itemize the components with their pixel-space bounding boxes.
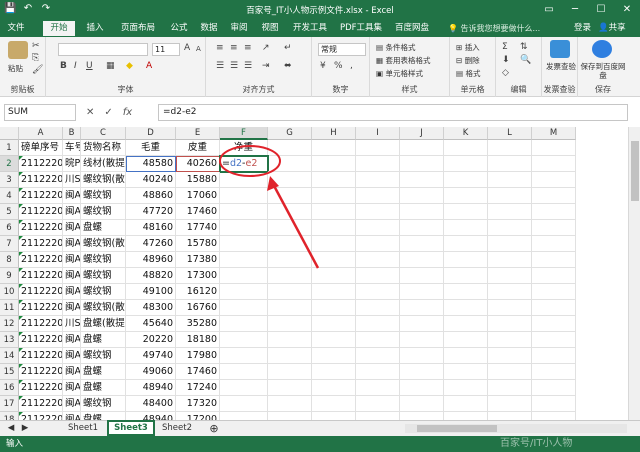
- excel-window: 💾 ↶ ↷ 百家号_IT小人物示例文件.xlsx - Excel ▭ ─ ☐ ✕…: [0, 0, 640, 452]
- annotation-overlay: [219, 145, 320, 269]
- annotation-arrow-line: [270, 181, 320, 269]
- sheet-tab-bar: ◀ ▶ Sheet1 Sheet3 Sheet2 ⊕: [0, 420, 640, 437]
- annotation-circle: [219, 145, 281, 177]
- horizontal-scrollbar[interactable]: [405, 424, 627, 433]
- sheet-tab-sheet1[interactable]: Sheet1: [58, 421, 108, 436]
- status-mode: 输入: [6, 439, 24, 449]
- prev-sheet-icon[interactable]: ◀: [4, 421, 18, 436]
- new-sheet-icon[interactable]: ⊕: [206, 421, 222, 436]
- sheet-tab-sheet2[interactable]: Sheet2: [154, 421, 200, 436]
- annotation-arrow-head: [267, 176, 279, 191]
- status-bar: 输入 百家号/IT小人物: [0, 436, 640, 452]
- vertical-scroll-thumb[interactable]: [631, 141, 639, 201]
- sheet-tab-sheet3[interactable]: Sheet3: [107, 420, 155, 437]
- horizontal-scroll-thumb[interactable]: [417, 425, 497, 432]
- watermark: 百家号/IT小人物: [500, 438, 573, 449]
- vertical-scrollbar[interactable]: [628, 127, 640, 420]
- next-sheet-icon[interactable]: ▶: [18, 421, 32, 436]
